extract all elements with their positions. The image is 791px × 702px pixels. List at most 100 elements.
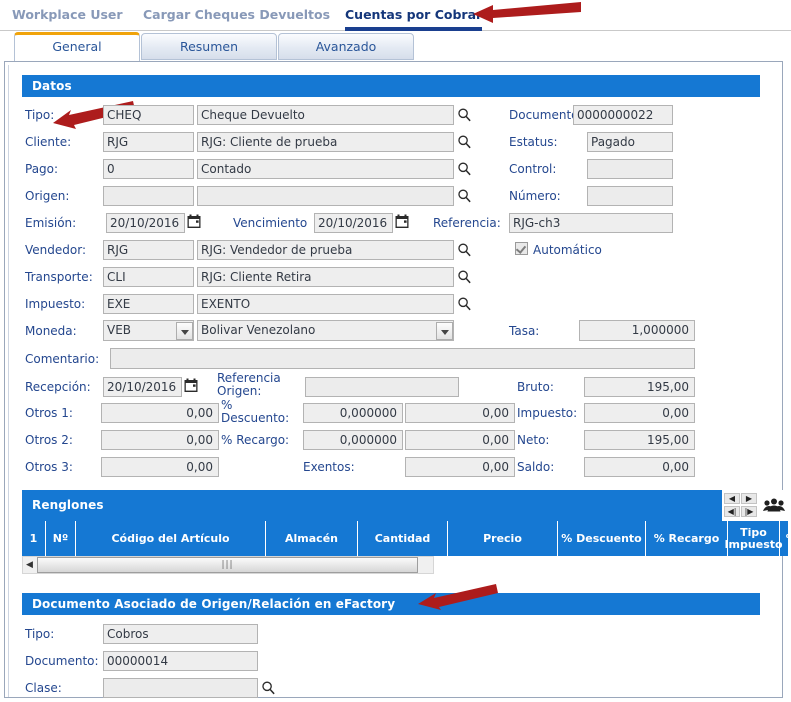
grid-nav-next-button[interactable]: ▶ bbox=[741, 493, 757, 504]
label-documento: Documento: bbox=[509, 108, 583, 122]
label-moneda: Moneda: bbox=[25, 324, 77, 338]
input-pago-desc[interactable]: Contado bbox=[197, 159, 454, 179]
input-cliente-code[interactable]: RJG bbox=[103, 132, 194, 152]
grid-col-pct-recargo[interactable]: % Recargo bbox=[646, 521, 728, 556]
grid-col-tipo-impuesto[interactable]: Tipo Impuesto bbox=[728, 521, 780, 556]
grid-nav-prev-button[interactable]: ◀ bbox=[724, 493, 740, 504]
label-exentos: Exentos: bbox=[303, 460, 355, 474]
scrollbar-left-arrow[interactable]: ◀ bbox=[23, 557, 36, 573]
search-icon-pago[interactable] bbox=[457, 161, 472, 177]
input-bruto[interactable]: 195,00 bbox=[584, 377, 695, 397]
input-otros-2[interactable]: 0,00 bbox=[101, 430, 219, 450]
input-tasa[interactable]: 1,000000 bbox=[579, 320, 695, 341]
tab-resumen[interactable]: Resumen bbox=[141, 33, 277, 60]
input-transporte-code[interactable]: CLI bbox=[103, 267, 194, 287]
input-pago-code[interactable]: 0 bbox=[103, 159, 194, 179]
app-tab-workplace-user[interactable]: Workplace User bbox=[12, 0, 123, 29]
input-otros-3[interactable]: 0,00 bbox=[101, 457, 219, 477]
grid-col-cantidad[interactable]: Cantidad bbox=[358, 521, 448, 556]
search-icon-impuesto[interactable] bbox=[457, 296, 472, 312]
grid-horizontal-scrollbar[interactable]: ◀ ||| bbox=[22, 556, 434, 574]
input-emision-date[interactable]: 20/10/2016 bbox=[106, 213, 185, 233]
grid-col-codigo-articulo[interactable]: Código del Artículo bbox=[76, 521, 266, 556]
app-tab-cargar-cheques-devueltos[interactable]: Cargar Cheques Devueltos bbox=[143, 0, 330, 29]
input-pct-recargo[interactable]: 0,000000 bbox=[303, 430, 403, 450]
grid-col-pct-impuesto[interactable]: % Im bbox=[780, 521, 791, 556]
input-otros-1[interactable]: 0,00 bbox=[101, 403, 219, 423]
search-icon-asociado-clase[interactable] bbox=[261, 680, 276, 696]
input-referencia-origen[interactable] bbox=[305, 377, 459, 397]
input-recepcion-date[interactable]: 20/10/2016 bbox=[103, 377, 182, 397]
tab-avanzado[interactable]: Avanzado bbox=[278, 33, 414, 60]
label-transporte: Transporte: bbox=[25, 270, 93, 284]
input-estatus[interactable]: Pagado bbox=[587, 132, 673, 152]
tab-general[interactable]: General bbox=[14, 32, 140, 62]
calendar-icon-recepcion[interactable] bbox=[184, 378, 198, 393]
input-transporte-desc[interactable]: RJG: Cliente Retira bbox=[197, 267, 454, 287]
label-asociado-clase: Clase: bbox=[25, 681, 62, 695]
label-impuesto: Impuesto: bbox=[25, 297, 85, 311]
input-exentos[interactable]: 0,00 bbox=[405, 457, 515, 477]
grid-col-pct-descuento[interactable]: % Descuento bbox=[558, 521, 646, 556]
app-tab-cuentas-por-cobrar[interactable]: Cuentas por Cobrar bbox=[345, 0, 482, 29]
input-asociado-clase[interactable] bbox=[103, 678, 258, 698]
input-neto[interactable]: 195,00 bbox=[584, 430, 695, 450]
form-panel: Datos Tipo: CHEQ Cheque Devuelto Cliente… bbox=[4, 61, 783, 698]
scrollbar-thumb[interactable]: ||| bbox=[37, 557, 418, 573]
input-impuesto-total[interactable]: 0,00 bbox=[584, 403, 695, 423]
input-control[interactable] bbox=[587, 159, 673, 179]
input-vendedor-desc[interactable]: RJG: Vendedor de prueba bbox=[197, 240, 454, 260]
grid-col-almacen[interactable]: Almacén bbox=[266, 521, 358, 556]
input-tipo-desc[interactable]: Cheque Devuelto bbox=[197, 105, 454, 125]
search-icon-transporte[interactable] bbox=[457, 269, 472, 285]
input-impuesto-code[interactable]: EXE bbox=[103, 294, 194, 314]
input-origen-code[interactable] bbox=[103, 186, 194, 206]
input-tipo-code[interactable]: CHEQ bbox=[103, 105, 194, 125]
label-asociado-documento: Documento: bbox=[25, 654, 99, 668]
label-cliente: Cliente: bbox=[25, 135, 71, 149]
grid-people-button[interactable] bbox=[760, 490, 788, 521]
input-vencimiento-date[interactable]: 20/10/2016 bbox=[314, 213, 393, 233]
input-comentario[interactable] bbox=[110, 348, 695, 369]
input-asociado-tipo[interactable]: Cobros bbox=[103, 624, 258, 644]
input-cliente-desc[interactable]: RJG: Cliente de prueba bbox=[197, 132, 454, 152]
form-panel-inner: Datos Tipo: CHEQ Cheque Devuelto Cliente… bbox=[8, 65, 779, 697]
label-otros-3: Otros 3: bbox=[25, 460, 73, 474]
application-window: Workplace User Cargar Cheques Devueltos … bbox=[0, 0, 791, 702]
label-tasa: Tasa: bbox=[509, 324, 539, 338]
grid-nav-last-button[interactable]: |▶ bbox=[741, 506, 757, 517]
search-icon-cliente[interactable] bbox=[457, 134, 472, 150]
input-impuesto-desc[interactable]: EXENTO bbox=[197, 294, 454, 314]
calendar-icon-vencimiento[interactable] bbox=[395, 214, 409, 229]
select-moneda-desc[interactable]: Bolivar Venezolano bbox=[197, 320, 454, 341]
search-icon-tipo[interactable] bbox=[457, 107, 472, 123]
input-pct-descuento[interactable]: 0,000000 bbox=[303, 403, 403, 423]
input-documento[interactable]: 0000000022 bbox=[573, 105, 673, 125]
input-origen-desc[interactable] bbox=[197, 186, 454, 206]
input-numero[interactable] bbox=[587, 186, 673, 206]
input-vendedor-code[interactable]: RJG bbox=[103, 240, 194, 260]
input-monto-recargo[interactable]: 0,00 bbox=[405, 430, 515, 450]
grid-col-precio[interactable]: Precio bbox=[448, 521, 558, 556]
input-referencia[interactable]: RJG-ch3 bbox=[509, 213, 673, 233]
chevron-down-icon-moneda-desc[interactable] bbox=[436, 322, 453, 340]
grid-nav-first-button[interactable]: ◀| bbox=[724, 506, 740, 517]
calendar-icon-emision[interactable] bbox=[187, 214, 201, 229]
search-icon-origen[interactable] bbox=[457, 188, 472, 204]
input-saldo[interactable]: 0,00 bbox=[584, 457, 695, 477]
label-pct-descuento: % Descuento: bbox=[221, 399, 297, 425]
label-comentario: Comentario: bbox=[25, 352, 99, 366]
grid-col-numero[interactable]: Nº bbox=[46, 521, 76, 556]
label-otros-1: Otros 1: bbox=[25, 406, 73, 420]
label-recepcion: Recepción: bbox=[25, 380, 91, 394]
input-monto-descuento[interactable]: 0,00 bbox=[405, 403, 515, 423]
label-vendedor: Vendedor: bbox=[25, 243, 86, 257]
application-tab-bar: Workplace User Cargar Cheques Devueltos … bbox=[0, 0, 791, 31]
search-icon-vendedor[interactable] bbox=[457, 242, 472, 258]
section-header-datos: Datos bbox=[22, 75, 760, 97]
label-numero: Número: bbox=[509, 189, 561, 203]
checkbox-automatico[interactable] bbox=[515, 242, 528, 255]
input-asociado-documento[interactable]: 00000014 bbox=[103, 651, 258, 671]
grid-col-rownum[interactable]: 1 bbox=[22, 521, 46, 556]
chevron-down-icon-moneda-code[interactable] bbox=[176, 322, 193, 340]
